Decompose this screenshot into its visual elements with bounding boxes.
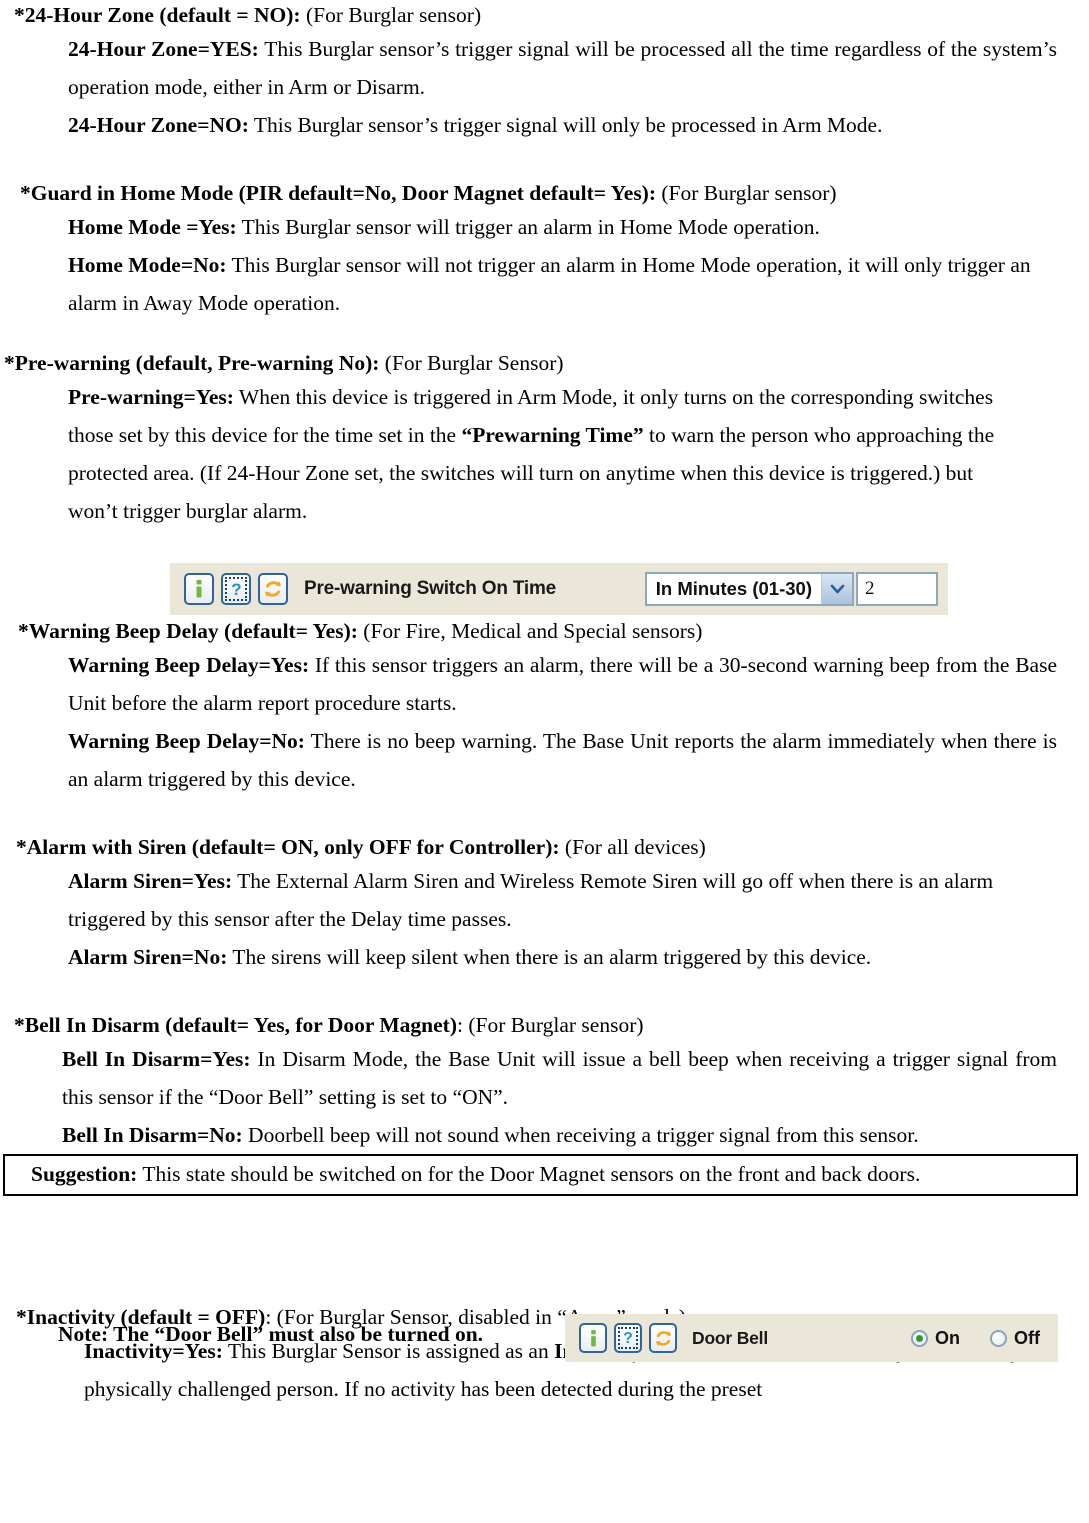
paragraph-prewarning-yes: Pre-warning=Yes: When this device is tri… (68, 378, 1001, 530)
svg-text:?: ? (623, 1330, 633, 1347)
paragraph-lead: Pre-warning=Yes: (68, 385, 234, 409)
paragraph-lead: Bell In Disarm=No: (62, 1123, 243, 1147)
prewarning-unit-dropdown[interactable]: In Minutes (01-30) (644, 572, 854, 606)
section-guard-in-home-mode: *Guard in Home Mode (PIR default=No, Doo… (0, 178, 1089, 322)
door-bell-option-on-label: On (935, 1327, 960, 1348)
door-bell-widget: ? Door Bell On Off (565, 1314, 1058, 1362)
heading-bold-text: *Guard in Home Mode (PIR default=No, Doo… (20, 181, 657, 205)
svg-text:?: ? (231, 580, 241, 599)
section-24-hour-zone: *24-Hour Zone (default = NO): (For Burgl… (0, 0, 1089, 144)
section-heading: *Bell In Disarm (default= Yes, for Door … (14, 1010, 1089, 1040)
heading-bold-text: *Warning Beep Delay (default= Yes): (18, 619, 358, 643)
prewarning-switch-widget: ? Pre-warning Switch On Time In Minutes … (170, 563, 948, 615)
paragraph-lead: Warning Beep Delay=Yes: (68, 653, 310, 677)
paragraph-lead: Bell In Disarm=Yes: (62, 1047, 251, 1071)
heading-plain-text: (For Burglar Sensor) (379, 351, 564, 375)
section-heading: *Guard in Home Mode (PIR default=No, Doo… (20, 178, 1089, 208)
suggestion-lead: Suggestion: (31, 1162, 138, 1186)
heading-bold-text: *Pre-warning (default, Pre-warning No): (4, 351, 380, 375)
paragraph-24h-yes: 24-Hour Zone=YES: This Burglar sensor’s … (68, 30, 1057, 106)
heading-plain-text: (For all devices) (559, 835, 706, 859)
paragraph-lead: Warning Beep Delay=No: (68, 729, 305, 753)
prewarning-unit-dropdown-value: In Minutes (01-30) (655, 578, 812, 599)
section-heading: *24-Hour Zone (default = NO): (For Burgl… (14, 0, 1089, 30)
suggestion-callout-box: Suggestion: This state should be switche… (3, 1154, 1078, 1196)
door-bell-option-off-label: Off (1014, 1327, 1040, 1348)
paragraph-lead: 24-Hour Zone=NO: (68, 113, 249, 137)
door-bell-note: Note: The “Door Bell” must also be turne… (58, 1322, 484, 1346)
paragraph-lead: 24-Hour Zone=YES: (68, 37, 259, 61)
note-row-spacer (0, 1196, 1089, 1292)
document-page: *24-Hour Zone (default = NO): (For Burgl… (0, 0, 1089, 1523)
section-heading: *Alarm with Siren (default= ON, only OFF… (16, 832, 1089, 862)
section-warning-beep-delay: *Warning Beep Delay (default= Yes): (For… (0, 616, 1089, 798)
paragraph-siren-yes: Alarm Siren=Yes: The External Alarm Sire… (68, 862, 1061, 938)
section-alarm-with-siren: *Alarm with Siren (default= ON, only OFF… (0, 832, 1089, 976)
paragraph-lead: Alarm Siren=Yes: (68, 869, 233, 893)
section-pre-warning: *Pre-warning (default, Pre-warning No): … (0, 348, 1089, 530)
door-bell-label: Door Bell (692, 1327, 768, 1348)
paragraph-bell-yes: Bell In Disarm=Yes: In Disarm Mode, the … (62, 1040, 1057, 1116)
heading-bold-text: *Bell In Disarm (default= Yes, for Door … (14, 1013, 457, 1037)
radio-selected-icon[interactable] (911, 1329, 928, 1347)
paragraph-emphasis: “Prewarning Time” (461, 423, 644, 447)
paragraph-home-no: Home Mode=No: This Burglar sensor will n… (68, 246, 1049, 322)
heading-bold-text: *24-Hour Zone (default = NO): (14, 3, 301, 27)
paragraph-body: Doorbell beep will not sound when receiv… (242, 1123, 919, 1147)
paragraph-beep-yes: Warning Beep Delay=Yes: If this sensor t… (68, 646, 1057, 722)
paragraph-home-yes: Home Mode =Yes: This Burglar sensor will… (68, 208, 1089, 246)
door-bell-radio-group: On Off (911, 1328, 1040, 1349)
paragraph-body: This Burglar sensor will trigger an alar… (236, 215, 820, 239)
help-icon-focus-ring: ? (618, 1327, 638, 1349)
help-icon[interactable]: ? (221, 573, 251, 605)
paragraph-lead: Home Mode =Yes: (68, 215, 237, 239)
paragraph-siren-no: Alarm Siren=No: The sirens will keep sil… (68, 938, 1089, 976)
paragraph-24h-no: 24-Hour Zone=NO: This Burglar sensor’s t… (68, 106, 1089, 144)
paragraph-lead: Alarm Siren=No: (68, 945, 228, 969)
section-bell-in-disarm: *Bell In Disarm (default= Yes, for Door … (0, 1010, 1089, 1154)
suggestion-text: This state should be switched on for the… (137, 1162, 921, 1186)
chevron-down-icon[interactable] (821, 574, 852, 604)
heading-plain-text: (For Burglar sensor) (300, 3, 482, 27)
paragraph-beep-no: Warning Beep Delay=No: There is no beep … (68, 722, 1057, 798)
section-heading: *Warning Beep Delay (default= Yes): (For… (18, 616, 1089, 646)
paragraph-body: This Burglar sensor’s trigger signal wil… (248, 113, 883, 137)
prewarning-switch-label: Pre-warning Switch On Time (304, 578, 557, 599)
help-icon[interactable]: ? (614, 1323, 642, 1353)
refresh-icon[interactable] (258, 573, 288, 605)
heading-plain-text: (For Fire, Medical and Special sensors) (357, 619, 703, 643)
heading-plain-text: (For Burglar sensor) (656, 181, 837, 205)
door-bell-option-on[interactable]: On (911, 1328, 960, 1349)
refresh-icon[interactable] (649, 1323, 677, 1353)
paragraph-lead: Home Mode=No: (68, 253, 227, 277)
door-bell-option-off[interactable]: Off (990, 1328, 1040, 1349)
heading-bold-text: *Alarm with Siren (default= ON, only OFF… (16, 835, 560, 859)
heading-plain-text: : (For Burglar sensor) (457, 1013, 644, 1037)
paragraph-body: The sirens will keep silent when there i… (227, 945, 872, 969)
section-heading: *Pre-warning (default, Pre-warning No): … (4, 348, 1089, 378)
info-icon[interactable] (579, 1323, 607, 1353)
info-icon[interactable] (184, 573, 214, 605)
radio-unselected-icon[interactable] (990, 1329, 1007, 1347)
prewarning-minutes-input[interactable]: 2 (856, 572, 938, 606)
help-icon-focus-ring: ? (225, 577, 247, 601)
paragraph-bell-no: Bell In Disarm=No: Doorbell beep will no… (62, 1116, 1057, 1154)
